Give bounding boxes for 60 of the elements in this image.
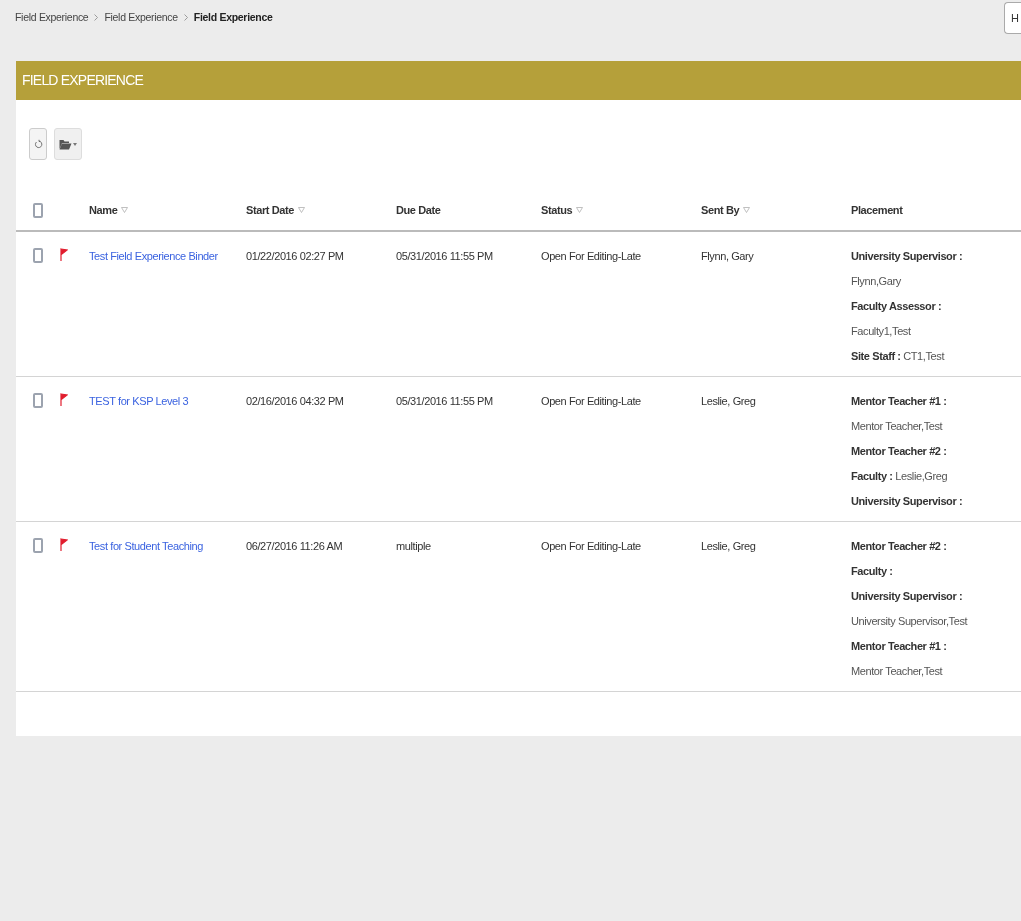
placement-label: Faculty Assessor : (851, 299, 942, 314)
binder-link[interactable]: TEST for KSP Level 3 (89, 395, 189, 407)
help-button[interactable]: H (1004, 2, 1021, 34)
start-date-text: 01/22/2016 02:27 PM (246, 250, 344, 262)
placement-value: Flynn,Gary (851, 274, 901, 289)
column-header[interactable]: Sent By (701, 201, 740, 219)
checkbox[interactable] (33, 202, 43, 218)
placement-label: Faculty : (851, 564, 893, 579)
sender-name: Leslie, Greg (701, 540, 756, 552)
breadcrumb-link[interactable]: Field Experience (15, 10, 89, 26)
breadcrumb-link[interactable]: Field Experience (193, 10, 273, 26)
status-text: Open For Editing-Late (541, 395, 641, 407)
checkbox[interactable] (33, 538, 43, 553)
folder-menu-button[interactable] (54, 128, 82, 160)
status-text: Open For Editing-Late (541, 250, 641, 262)
placement-label: Faculty : Leslie,Greg (851, 469, 948, 484)
placement-label: University Supervisor : (851, 589, 963, 604)
start-date-text: 02/16/2016 04:32 PM (246, 395, 344, 407)
due-date-text: 05/31/2016 11:55 PM (396, 250, 493, 262)
breadcrumb-link[interactable]: Field Experience (104, 10, 178, 26)
sort-triangle-icon[interactable] (576, 207, 584, 213)
placement-value: Faculty1,Test (851, 324, 911, 339)
placement-label: Mentor Teacher #2 : (851, 539, 947, 554)
placement-value: Mentor Teacher,Test (851, 664, 943, 679)
caret-icon (73, 142, 77, 146)
start-date-text: 06/27/2016 11:26 AM (246, 540, 343, 552)
flag-icon[interactable] (60, 248, 68, 262)
sender-name: Leslie, Greg (701, 395, 756, 407)
checkbox[interactable] (33, 248, 43, 263)
placement-value: University Supervisor,Test (851, 614, 968, 629)
column-header[interactable]: Status (541, 201, 573, 219)
status-text: Open For Editing-Late (541, 540, 641, 552)
column-header[interactable]: Start Date (246, 201, 294, 219)
sort-triangle-icon[interactable] (121, 207, 129, 213)
placement-label: Mentor Teacher #1 : (851, 394, 947, 409)
placement-label: University Supervisor : (851, 494, 963, 509)
chevron-right-icon (94, 14, 99, 22)
sender-name: Flynn, Gary (701, 250, 754, 262)
sort-triangle-icon[interactable] (743, 207, 751, 213)
refresh-button[interactable] (29, 128, 47, 160)
chevron-right-icon (183, 14, 188, 22)
column-header[interactable]: Name (89, 201, 118, 219)
placement-label: Mentor Teacher #2 : (851, 444, 947, 459)
placement-value: Mentor Teacher,Test (851, 419, 943, 434)
binder-link[interactable]: Test for Student Teaching (89, 540, 203, 552)
flag-icon[interactable] (60, 538, 68, 552)
checkbox[interactable] (33, 393, 43, 408)
column-header[interactable]: Due Date (396, 201, 441, 219)
placement-label: Mentor Teacher #1 : (851, 639, 947, 654)
placement-label: Site Staff : CT1,Test (851, 349, 945, 364)
panel-title: FIELD EXPERIENCE (22, 71, 143, 90)
refresh-icon (33, 139, 43, 149)
folder-icon (59, 138, 72, 150)
column-header[interactable]: Placement (851, 201, 903, 219)
binder-link[interactable]: Test Field Experience Binder (89, 250, 218, 262)
placement-label: University Supervisor : (851, 249, 963, 264)
sort-triangle-icon[interactable] (297, 207, 305, 213)
flag-icon[interactable] (60, 393, 68, 407)
due-date-text: 05/31/2016 11:55 PM (396, 395, 493, 407)
due-date-text: multiple (396, 540, 431, 552)
